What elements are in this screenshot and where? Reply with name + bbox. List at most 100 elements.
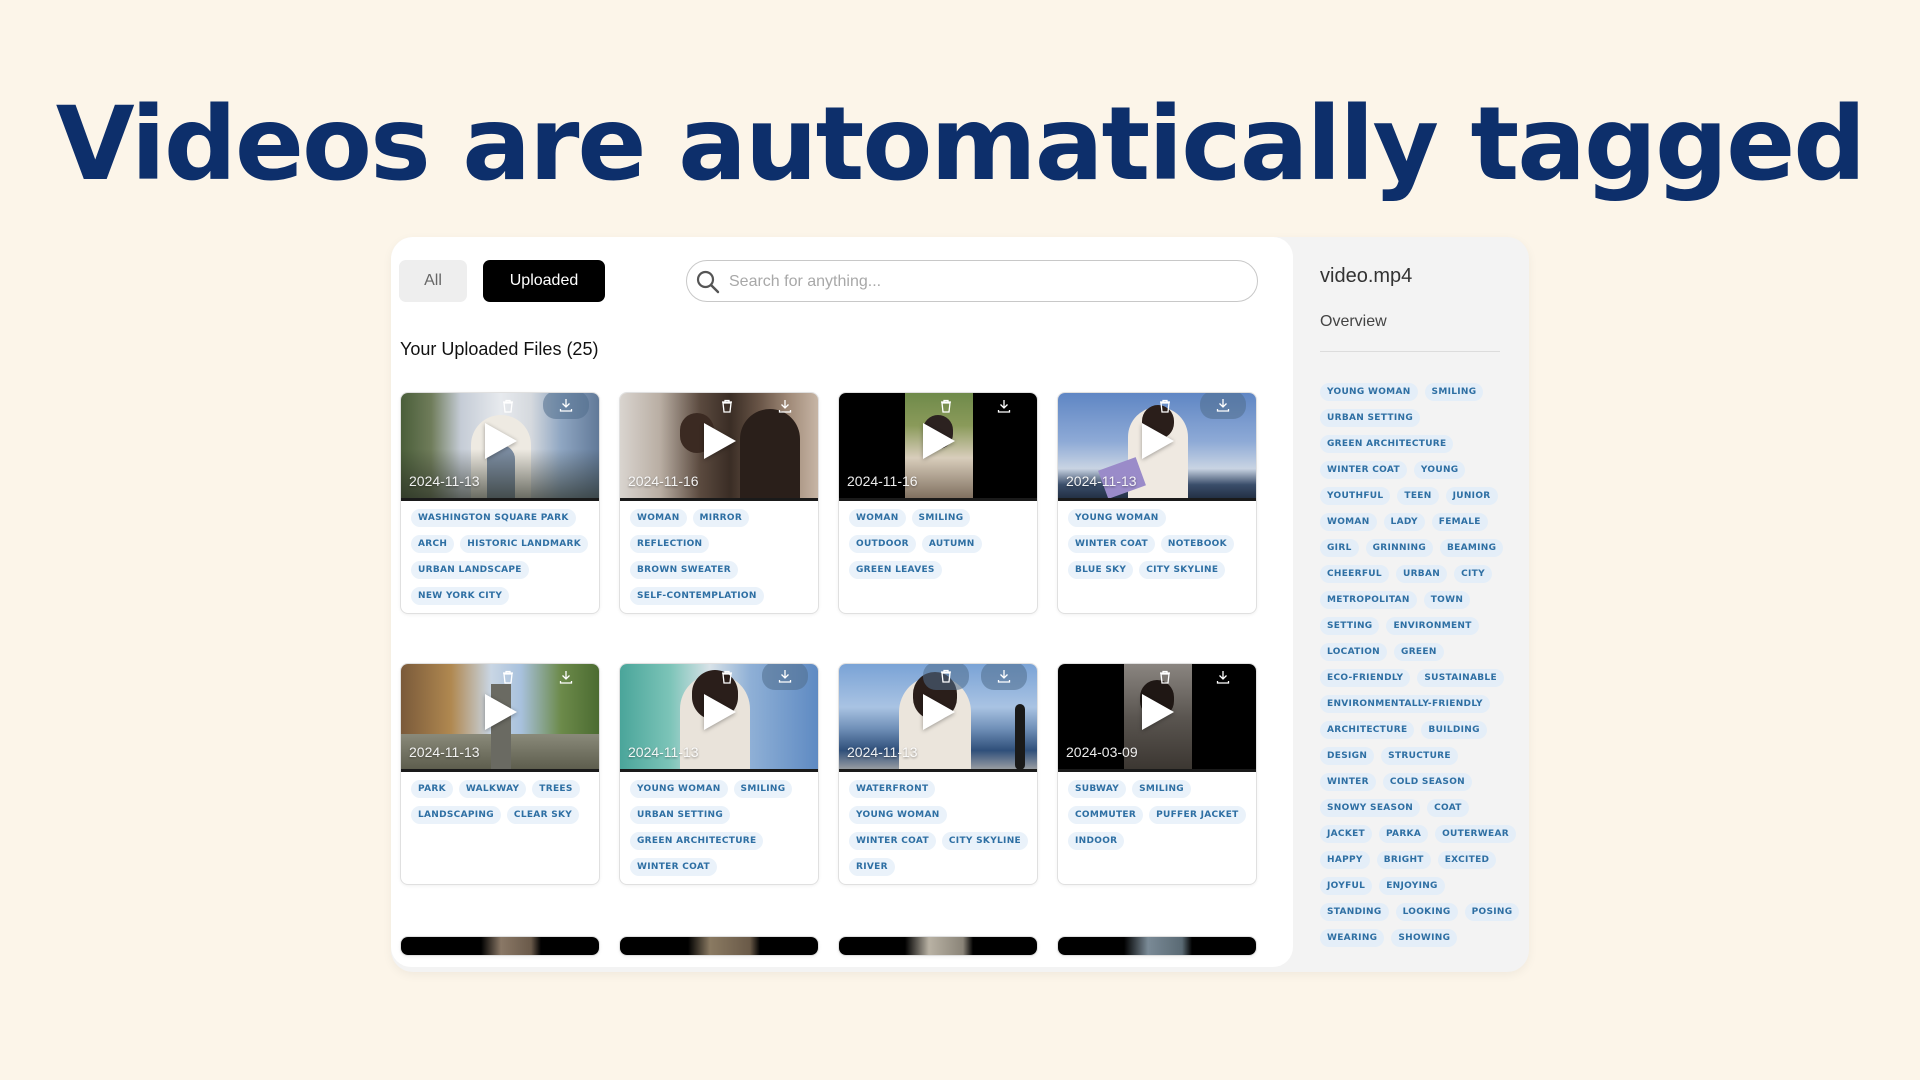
trash-icon[interactable] — [923, 393, 969, 419]
sidebar-tag[interactable]: Lady — [1383, 513, 1425, 531]
play-icon[interactable] — [1142, 694, 1174, 730]
play-icon[interactable] — [923, 694, 955, 730]
tag[interactable]: Smiling — [911, 509, 971, 527]
tag[interactable]: Green Leaves — [849, 561, 942, 579]
sidebar-tag[interactable]: Wearing — [1320, 929, 1385, 947]
filter-all-button[interactable]: All — [399, 260, 467, 302]
video-card[interactable]: 2024-11-13 Young Woman Winter Coat Noteb… — [1057, 392, 1257, 614]
sidebar-tag[interactable]: Woman — [1320, 513, 1377, 531]
video-card[interactable] — [838, 936, 1038, 956]
tag[interactable]: Puffer Jacket — [1149, 806, 1246, 824]
play-icon[interactable] — [704, 423, 736, 459]
sidebar-tag[interactable]: Jacket — [1320, 825, 1372, 843]
sidebar-tag[interactable]: Sustainable — [1417, 669, 1504, 687]
sidebar-tag[interactable]: Joyful — [1320, 877, 1373, 895]
video-card[interactable]: 2024-11-13 Waterfront Young Woman Winter… — [838, 663, 1038, 885]
tag[interactable]: Smiling — [733, 780, 793, 798]
sidebar-tag[interactable]: Metropolitan — [1320, 591, 1417, 609]
download-icon[interactable] — [1200, 393, 1246, 419]
sidebar-tag[interactable]: Beaming — [1440, 539, 1504, 557]
tag[interactable]: Young Woman — [849, 806, 947, 824]
video-thumbnail[interactable]: 2024-11-13 — [401, 664, 599, 772]
tag[interactable]: New York City — [411, 587, 510, 605]
tag[interactable]: Reflection — [630, 535, 710, 553]
video-card[interactable]: 2024-11-13 Washington Square Park Arch H… — [400, 392, 600, 614]
sidebar-tag[interactable]: Coat — [1427, 799, 1469, 817]
tag[interactable]: Waterfront — [849, 780, 936, 798]
sidebar-tag[interactable]: Structure — [1381, 747, 1458, 765]
filter-uploaded-button[interactable]: Uploaded — [483, 260, 605, 302]
sidebar-tag[interactable]: Location — [1320, 643, 1388, 661]
tag[interactable]: Self-Contemplation — [630, 587, 764, 605]
sidebar-tag[interactable]: Bright — [1376, 851, 1431, 869]
tag[interactable]: Urban Landscape — [411, 561, 529, 579]
tag[interactable]: Subway — [1068, 780, 1127, 798]
sidebar-tag[interactable]: Grinning — [1365, 539, 1434, 557]
sidebar-tag[interactable]: Green — [1394, 643, 1444, 661]
sidebar-tag[interactable]: Snowy Season — [1320, 799, 1421, 817]
play-icon[interactable] — [704, 694, 736, 730]
tag[interactable]: Park — [411, 780, 453, 798]
video-card[interactable]: 2024-11-16 Woman Mirror Reflection Brown… — [619, 392, 819, 614]
sidebar-tag[interactable]: Parka — [1378, 825, 1429, 843]
download-icon[interactable] — [762, 393, 808, 419]
tag[interactable]: Clear Sky — [506, 806, 580, 824]
tag[interactable]: Woman — [630, 509, 687, 527]
tag[interactable]: Walkway — [458, 780, 527, 798]
video-thumbnail[interactable]: 2024-11-13 — [1058, 393, 1256, 501]
play-icon[interactable] — [923, 423, 955, 459]
tag[interactable]: Outdoor — [849, 535, 916, 553]
tag[interactable]: Young Woman — [1068, 509, 1166, 527]
tag[interactable]: Autumn — [921, 535, 982, 553]
video-card[interactable] — [619, 936, 819, 956]
sidebar-tag[interactable]: Teen — [1397, 487, 1439, 505]
trash-icon[interactable] — [485, 664, 531, 690]
download-icon[interactable] — [981, 393, 1027, 419]
sidebar-tag[interactable]: Showing — [1391, 929, 1458, 947]
play-icon[interactable] — [485, 694, 517, 730]
sidebar-tag[interactable]: City — [1454, 565, 1492, 583]
sidebar-tag[interactable]: Posing — [1464, 903, 1520, 921]
sidebar-tag[interactable]: Urban — [1395, 565, 1448, 583]
sidebar-tag[interactable]: Outerwear — [1435, 825, 1516, 843]
video-thumbnail[interactable]: 2024-11-16 — [620, 393, 818, 501]
sidebar-tag[interactable]: Excited — [1437, 851, 1497, 869]
tag[interactable]: Winter Coat — [1068, 535, 1155, 553]
sidebar-tag[interactable]: Environmentally-friendly — [1320, 695, 1490, 713]
tag[interactable]: Washington Square Park — [411, 509, 576, 527]
sidebar-tag[interactable]: Environment — [1386, 617, 1479, 635]
trash-icon[interactable] — [1142, 393, 1188, 419]
download-icon[interactable] — [543, 393, 589, 419]
trash-icon[interactable] — [485, 393, 531, 419]
sidebar-tag[interactable]: Winter — [1320, 773, 1376, 791]
video-thumbnail[interactable] — [401, 937, 599, 955]
tag[interactable]: Notebook — [1160, 535, 1234, 553]
video-card[interactable]: 2024-11-13 Young Woman Smiling Urban Set… — [619, 663, 819, 885]
search-input[interactable] — [727, 269, 1231, 295]
sidebar-tag[interactable]: Green Architecture — [1320, 435, 1454, 453]
sidebar-tag[interactable]: Smiling — [1424, 383, 1484, 401]
tag[interactable]: Winter Coat — [849, 832, 936, 850]
sidebar-tag[interactable]: Happy — [1320, 851, 1370, 869]
tag[interactable]: Winter Coat — [630, 858, 717, 876]
video-thumbnail[interactable] — [839, 937, 1037, 955]
video-card[interactable] — [400, 936, 600, 956]
tag[interactable]: Mirror — [692, 509, 750, 527]
download-icon[interactable] — [543, 664, 589, 690]
tag[interactable]: Trees — [532, 780, 580, 798]
tag[interactable]: Brown Sweater — [630, 561, 738, 579]
video-thumbnail[interactable]: 2024-03-09 — [1058, 664, 1256, 772]
sidebar-tag[interactable]: Urban Setting — [1320, 409, 1421, 427]
tag[interactable]: Landscaping — [411, 806, 501, 824]
sidebar-tag[interactable]: Eco-friendly — [1320, 669, 1411, 687]
download-icon[interactable] — [981, 664, 1027, 690]
video-card[interactable]: 2024-03-09 Subway Smiling Commuter Puffe… — [1057, 663, 1257, 885]
tag[interactable]: Indoor — [1068, 832, 1125, 850]
sidebar-tag[interactable]: Looking — [1395, 903, 1458, 921]
tag[interactable]: City Skyline — [941, 832, 1028, 850]
tag[interactable]: Woman — [849, 509, 906, 527]
tag[interactable]: City Skyline — [1139, 561, 1226, 579]
tab-overview[interactable]: Overview — [1320, 313, 1387, 331]
tag[interactable]: Blue Sky — [1068, 561, 1134, 579]
video-thumbnail[interactable]: 2024-11-13 — [401, 393, 599, 501]
